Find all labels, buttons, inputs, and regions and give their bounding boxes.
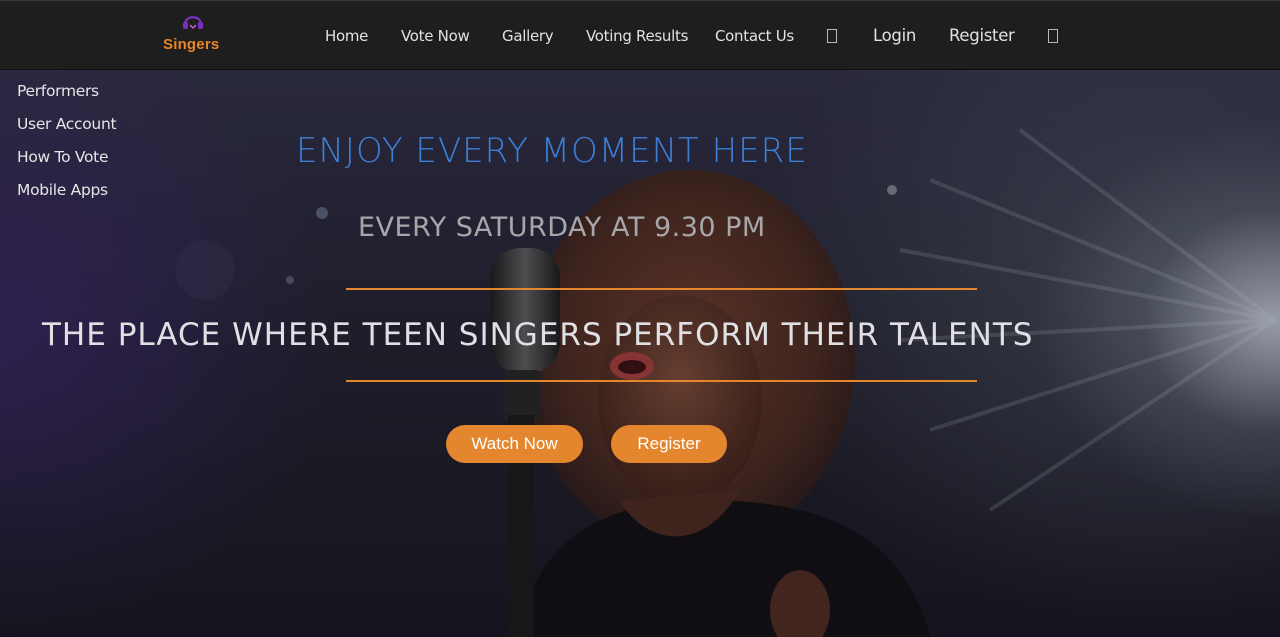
register-button[interactable]: Register <box>611 425 727 463</box>
navbar: Singers Home Vote Now Gallery Voting Res… <box>0 0 1280 70</box>
side-item-performers[interactable]: Performers <box>17 80 116 113</box>
microphone-icon <box>183 16 203 30</box>
side-item-user-account[interactable]: User Account <box>17 113 117 146</box>
hero-headline: ENJOY EVERY MOMENT HERE <box>296 131 808 171</box>
hero-subheadline: EVERY SATURDAY AT 9.30 PM <box>358 212 766 243</box>
hero-tagline: THE PLACE WHERE TEEN SINGERS PERFORM THE… <box>42 317 1034 353</box>
nav-home[interactable]: Home <box>325 27 368 45</box>
nav-contact-us[interactable]: Contact Us <box>715 27 794 45</box>
side-item-mobile-apps[interactable]: Mobile Apps <box>17 179 116 212</box>
nav-voting-results[interactable]: Voting Results <box>586 27 688 45</box>
side-menu: Performers User Account How To Vote Mobi… <box>17 80 117 212</box>
logo-text: Singers <box>163 36 220 53</box>
nav-register[interactable]: Register <box>949 26 1015 45</box>
nav-login[interactable]: Login <box>873 26 916 45</box>
divider-bottom <box>346 380 977 382</box>
nav-gallery[interactable]: Gallery <box>502 27 554 45</box>
box-icon[interactable] <box>827 29 837 43</box>
box-icon[interactable] <box>1048 29 1058 43</box>
side-item-how-to-vote[interactable]: How To Vote <box>17 146 116 179</box>
watch-now-button[interactable]: Watch Now <box>446 425 583 463</box>
hero-banner: Performers User Account How To Vote Mobi… <box>0 70 1280 637</box>
divider-top <box>346 288 977 290</box>
nav-vote-now[interactable]: Vote Now <box>401 27 470 45</box>
site-logo[interactable]: Singers <box>160 9 230 63</box>
